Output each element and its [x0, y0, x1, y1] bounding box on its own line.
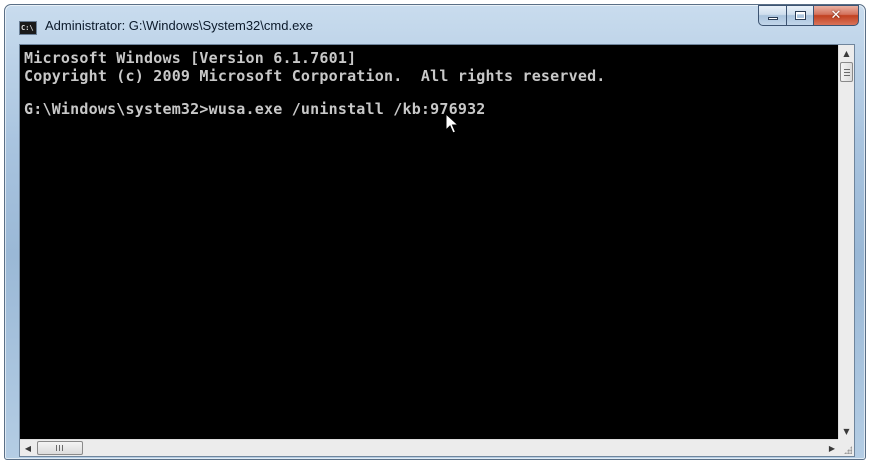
- console-client-area: Microsoft Windows [Version 6.1.7601] Cop…: [19, 44, 855, 457]
- vertical-scroll-thumb[interactable]: [840, 62, 853, 82]
- close-icon: ✕: [830, 8, 842, 23]
- arrow-left-icon[interactable]: ◀: [20, 440, 36, 456]
- caption-buttons: ✕: [758, 5, 859, 27]
- grip-icon: [843, 68, 850, 76]
- console-output[interactable]: Microsoft Windows [Version 6.1.7601] Cop…: [20, 45, 840, 439]
- resize-grip-icon[interactable]: [838, 439, 854, 456]
- cmd-window: Administrator: G:\Windows\System32\cmd.e…: [4, 4, 866, 460]
- console-command-line: G:\Windows\system32>wusa.exe /uninstall …: [24, 100, 486, 118]
- maximize-button[interactable]: [786, 5, 813, 26]
- minimize-button[interactable]: [758, 5, 786, 26]
- minimize-icon: [767, 17, 778, 20]
- window-title: Administrator: G:\Windows\System32\cmd.e…: [45, 18, 314, 33]
- title-bar[interactable]: Administrator: G:\Windows\System32\cmd.e…: [5, 5, 865, 45]
- arrow-up-icon[interactable]: ▲: [839, 45, 854, 61]
- close-button[interactable]: ✕: [813, 5, 859, 26]
- arrow-down-icon[interactable]: ▼: [839, 423, 854, 439]
- cmd-icon[interactable]: [19, 21, 37, 35]
- console-line: Copyright (c) 2009 Microsoft Corporation…: [24, 67, 606, 85]
- console-line: Microsoft Windows [Version 6.1.7601]: [24, 49, 357, 67]
- horizontal-scrollbar[interactable]: ◀ ▶: [20, 439, 840, 456]
- mouse-pointer-icon: [445, 113, 459, 134]
- maximize-icon: [794, 11, 806, 20]
- grip-icon: [56, 445, 64, 451]
- horizontal-scroll-thumb[interactable]: [37, 441, 83, 455]
- vertical-scrollbar[interactable]: ▲ ▼: [838, 45, 854, 439]
